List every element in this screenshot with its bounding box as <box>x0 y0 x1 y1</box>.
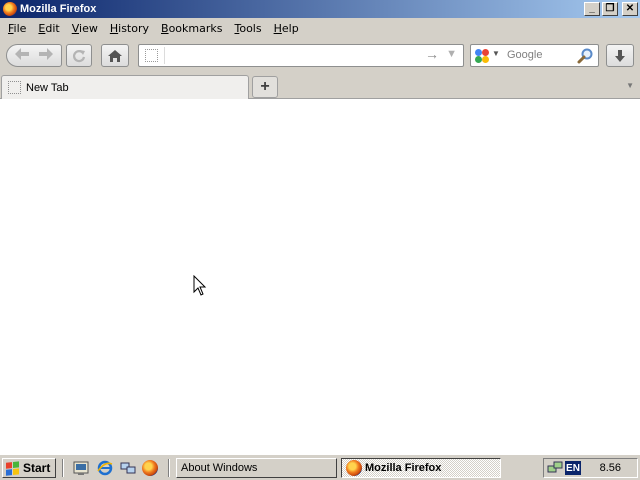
quicklaunch-separator <box>62 459 64 477</box>
minimize-button[interactable]: _ <box>584 2 600 16</box>
menu-bookmarks[interactable]: Bookmarks <box>155 22 228 35</box>
back-arrow-icon[interactable] <box>10 47 34 65</box>
language-indicator[interactable]: EN <box>565 461 581 475</box>
search-placeholder: Google <box>507 49 543 61</box>
network-places-icon[interactable] <box>119 459 137 477</box>
mouse-pointer-icon <box>193 275 207 296</box>
reload-button[interactable] <box>66 44 92 67</box>
engine-dropdown-icon[interactable]: ▼ <box>492 49 500 58</box>
firefox-quicklaunch-icon[interactable] <box>141 459 159 477</box>
restore-button[interactable]: ❐ <box>602 2 618 16</box>
start-button[interactable]: Start <box>2 458 56 478</box>
home-button[interactable] <box>101 44 129 67</box>
search-bar[interactable]: ▼ Google <box>470 44 599 67</box>
firefox-icon[interactable] <box>3 2 17 16</box>
network-status-icon[interactable] <box>547 460 563 476</box>
menu-history[interactable]: History <box>104 22 155 35</box>
tab-label: New Tab <box>26 81 69 94</box>
forward-arrow-icon[interactable] <box>34 47 58 65</box>
internet-explorer-icon[interactable] <box>96 459 114 477</box>
reload-icon <box>72 49 86 62</box>
menu-bar: File Edit View History Bookmarks Tools H… <box>0 18 640 39</box>
tab-strip: New Tab + ▼ <box>0 72 640 99</box>
task-label: Mozilla Firefox <box>365 462 442 474</box>
back-forward-group <box>6 44 62 67</box>
url-separator <box>164 47 165 64</box>
close-button[interactable]: ✕ <box>622 2 638 16</box>
site-identity-icon[interactable] <box>145 49 158 62</box>
task-label: About Windows <box>181 462 258 474</box>
menu-edit[interactable]: Edit <box>32 22 65 35</box>
firefox-task-icon <box>346 460 362 476</box>
navigation-toolbar: → ▼ ▼ Google <box>0 39 640 72</box>
home-icon <box>108 49 122 62</box>
url-dropdown-icon[interactable]: ▼ <box>446 48 457 60</box>
windows-logo-icon <box>6 460 20 476</box>
go-arrow-icon[interactable]: → <box>425 46 439 62</box>
window-title: Mozilla Firefox <box>20 3 97 15</box>
tab-favicon-icon <box>8 81 21 94</box>
window-titlebar[interactable]: Mozilla Firefox _ ❐ ✕ <box>0 0 640 18</box>
start-label: Start <box>23 461 51 475</box>
list-all-tabs-icon[interactable]: ▼ <box>626 81 634 90</box>
menu-view[interactable]: View <box>66 22 104 35</box>
search-icon[interactable] <box>576 47 594 65</box>
task-about-windows[interactable]: About Windows <box>176 458 337 478</box>
download-icon <box>615 49 625 62</box>
google-engine-icon[interactable] <box>475 49 489 63</box>
page-content[interactable] <box>0 99 640 454</box>
url-bar[interactable]: → ▼ <box>138 44 464 67</box>
tasks-separator <box>168 459 170 477</box>
menu-help[interactable]: Help <box>268 22 305 35</box>
window-controls: _ ❐ ✕ <box>584 2 638 16</box>
taskbar: Start About Windows Mozilla Firefox EN 8… <box>0 454 640 480</box>
menu-file[interactable]: File <box>2 22 32 35</box>
tab-new-tab[interactable]: New Tab <box>1 75 249 99</box>
menu-tools[interactable]: Tools <box>228 22 267 35</box>
new-tab-button[interactable]: + <box>252 76 278 98</box>
download-button[interactable] <box>606 44 634 67</box>
system-tray: EN 8.56 <box>543 458 638 478</box>
task-mozilla-firefox[interactable]: Mozilla Firefox <box>341 458 501 478</box>
clock[interactable]: 8.56 <box>600 462 621 474</box>
show-desktop-icon[interactable] <box>72 459 90 477</box>
